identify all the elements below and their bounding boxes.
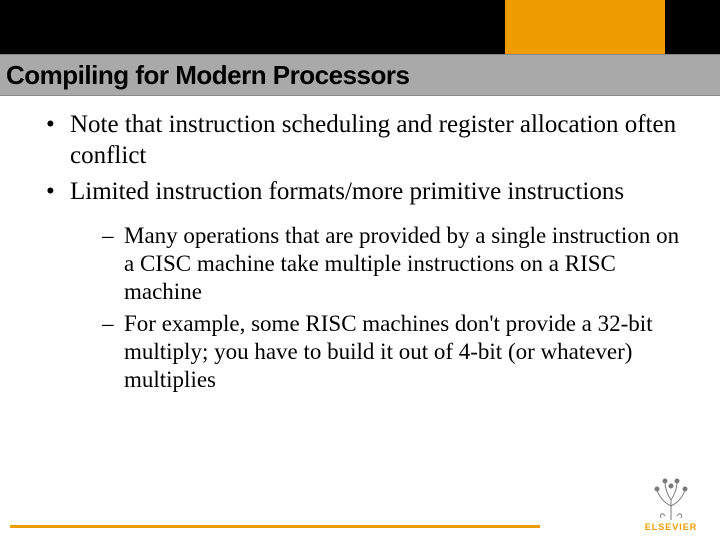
list-item: Note that instruction scheduling and reg… [40, 110, 680, 171]
bullet-text: Limited instruction formats/more primiti… [70, 178, 624, 205]
list-item: Limited instruction formats/more primiti… [40, 177, 680, 394]
title-bar: Compiling for Modern Processors [0, 54, 720, 96]
tree-icon [643, 476, 699, 520]
publisher-name: ELSEVIER [640, 522, 702, 532]
slide-content: Note that instruction scheduling and reg… [40, 110, 680, 400]
sub-bullet-text: For example, some RISC machines don't pr… [124, 311, 653, 392]
sub-bullet-text: Many operations that are provided by a s… [124, 223, 679, 304]
list-item: Many operations that are provided by a s… [100, 222, 680, 306]
bullet-text: Note that instruction scheduling and reg… [70, 111, 676, 169]
list-item: For example, some RISC machines don't pr… [100, 310, 680, 394]
header-orange-accent [505, 0, 665, 54]
bullet-list: Note that instruction scheduling and reg… [40, 110, 680, 394]
publisher-logo: ELSEVIER [640, 476, 702, 532]
sub-bullet-list: Many operations that are provided by a s… [70, 222, 680, 394]
slide-title: Compiling for Modern Processors [0, 60, 409, 91]
footer-accent-line [10, 525, 540, 528]
